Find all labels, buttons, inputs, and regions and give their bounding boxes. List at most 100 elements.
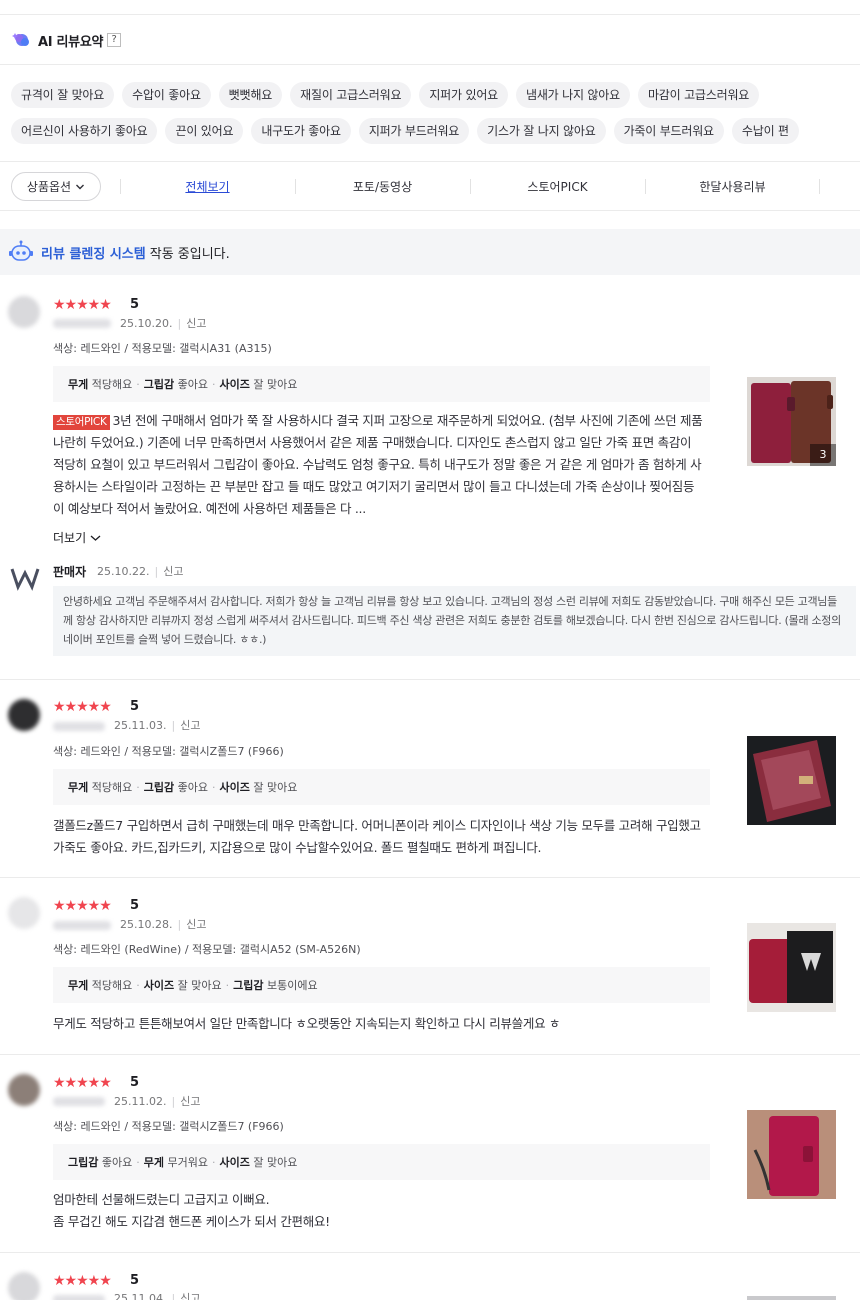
review-photo[interactable] bbox=[747, 736, 836, 825]
review-date: 25.10.20. bbox=[120, 317, 173, 330]
robot-icon bbox=[9, 240, 33, 261]
more-button[interactable]: 더보기 bbox=[53, 529, 101, 546]
masked-username bbox=[53, 1295, 105, 1300]
review-photo[interactable] bbox=[747, 923, 836, 1012]
report-link[interactable]: 신고 bbox=[186, 918, 206, 931]
review-date: 25.10.28. bbox=[120, 918, 173, 931]
attribute-name: 사이즈 bbox=[143, 979, 175, 992]
cleansing-system-name[interactable]: 리뷰 클렌징 시스템 bbox=[41, 243, 146, 262]
chevron-down-icon bbox=[76, 184, 85, 189]
keyword-chip[interactable]: 뻣뻣해요 bbox=[218, 82, 283, 108]
meta-separator: | bbox=[177, 918, 182, 931]
review-attributes: 무게 적당해요 · 그립감 좋아요 · 사이즈 잘 맞아요 bbox=[53, 769, 710, 805]
avatar bbox=[8, 296, 40, 328]
rating-score: 5 bbox=[130, 699, 140, 714]
review-meta: 25.10.28. | 신고 bbox=[120, 918, 206, 932]
attribute-separator: · bbox=[136, 978, 140, 992]
review-meta: 25.10.20. | 신고 bbox=[120, 317, 206, 331]
avatar bbox=[8, 897, 40, 929]
more-label: 더보기 bbox=[53, 531, 87, 545]
phone-case-photo bbox=[747, 736, 836, 825]
meta-separator: | bbox=[154, 565, 159, 578]
divider bbox=[0, 210, 860, 211]
attribute-value: 무거워요 bbox=[167, 1156, 208, 1169]
attribute-value: 좋아요 bbox=[177, 781, 208, 794]
report-link[interactable]: 신고 bbox=[186, 317, 206, 330]
tab-store-pick[interactable]: 스토어PICK bbox=[470, 178, 645, 195]
product-option-dropdown[interactable]: 상품옵션 bbox=[11, 172, 101, 201]
reply-date: 25.10.22. bbox=[97, 565, 150, 578]
chip-row-2: 어르신이 사용하기 좋아요 끈이 있어요 내구도가 좋아요 지퍼가 부드러워요 … bbox=[11, 118, 860, 144]
keyword-chip[interactable]: 마감이 고급스러워요 bbox=[637, 82, 760, 108]
review-attributes: 무게 적당해요 · 사이즈 잘 맞아요 · 그립감 보통이에요 bbox=[53, 967, 710, 1003]
keyword-chip[interactable]: 내구도가 좋아요 bbox=[251, 118, 351, 144]
review-divider bbox=[0, 1252, 860, 1253]
keyword-chip[interactable]: 어르신이 사용하기 좋아요 bbox=[11, 118, 158, 144]
keyword-chip[interactable]: 끈이 있어요 bbox=[165, 118, 244, 144]
purchase-option: 색상: 레드와인 / 적용모델: 갤럭시A31 (A315) bbox=[53, 342, 272, 355]
meta-separator: | bbox=[177, 317, 182, 330]
review-attributes: 그립감 좋아요 · 무게 무거워요 · 사이즈 잘 맞아요 bbox=[53, 1144, 710, 1180]
review-photo[interactable] bbox=[747, 1296, 836, 1300]
review-photo[interactable] bbox=[747, 1110, 836, 1199]
attribute-value: 좋아요 bbox=[101, 1156, 133, 1169]
star-rating: ★★★★★ bbox=[53, 1075, 112, 1091]
keyword-chip[interactable]: 재질이 고급스러워요 bbox=[290, 82, 412, 108]
tab-photo-video[interactable]: 포토/동영상 bbox=[295, 178, 470, 195]
keyword-chip[interactable]: 가죽이 부드러워요 bbox=[613, 118, 724, 144]
review-date: 25.11.02. bbox=[114, 1095, 167, 1108]
attribute-name: 그립감 bbox=[143, 781, 175, 794]
keyword-chip[interactable]: 냄새가 나지 않아요 bbox=[516, 82, 630, 108]
attribute-name: 그립감 bbox=[233, 979, 264, 992]
attribute-separator: · bbox=[211, 377, 216, 391]
attribute-separator: · bbox=[211, 1155, 216, 1169]
rating-score: 5 bbox=[130, 898, 140, 913]
attribute-separator: · bbox=[225, 978, 230, 992]
review-divider bbox=[0, 679, 860, 680]
attribute-name: 사이즈 bbox=[219, 378, 250, 391]
attribute-name: 사이즈 bbox=[219, 1156, 250, 1169]
help-icon[interactable]: ? bbox=[107, 33, 122, 47]
review-text: 갤폴드z폴드7 구입하면서 급히 구매했는데 매우 만족합니다. 어머니폰이라 … bbox=[53, 818, 701, 855]
attribute-value: 적당해요 bbox=[91, 781, 133, 794]
review-meta: 25.11.03. | 신고 bbox=[114, 719, 200, 733]
report-link[interactable]: 신고 bbox=[180, 719, 200, 732]
attribute-name: 그립감 bbox=[68, 1156, 99, 1169]
star-rating: ★★★★★ bbox=[53, 699, 112, 715]
keyword-chip[interactable]: 규격이 잘 맞아요 bbox=[11, 82, 115, 108]
attribute-name: 사이즈 bbox=[219, 781, 250, 794]
review-body: 3년 전에 구매해서 엄마가 쭉 잘 사용하시다 결국 지퍼 고장으로 재주문하… bbox=[53, 413, 703, 516]
attribute-value: 잘 맞아요 bbox=[253, 781, 298, 794]
review-text: 무게도 적당하고 튼튼해보여서 일단 만족합니다 ㅎ오랫동안 지속되는지 확인하… bbox=[53, 1016, 561, 1031]
avatar bbox=[8, 1074, 40, 1106]
meta-separator: | bbox=[171, 1095, 176, 1108]
report-link[interactable]: 신고 bbox=[180, 1292, 200, 1300]
phone-case-photo bbox=[747, 1110, 836, 1199]
review-text: 엄마한테 선물해드렸는디 고급지고 이뻐요. 좀 무겁긴 해도 지갑겸 핸드폰 … bbox=[53, 1189, 705, 1233]
keyword-chip[interactable]: 수압이 좋아요 bbox=[122, 82, 211, 108]
report-link[interactable]: 신고 bbox=[180, 1095, 200, 1108]
attribute-name: 그립감 bbox=[143, 378, 175, 391]
attribute-value: 보통이에요 bbox=[266, 979, 318, 992]
keyword-chip[interactable]: 기스가 잘 나지 않아요 bbox=[477, 118, 606, 144]
attribute-value: 잘 맞아요 bbox=[253, 1156, 298, 1169]
tab-month-review[interactable]: 한달사용리뷰 bbox=[645, 178, 820, 195]
tab-all[interactable]: 전체보기 bbox=[120, 178, 295, 195]
purchase-option: 색상: 레드와인 (RedWine) / 적용모델: 갤럭시A52 (SM-A5… bbox=[53, 943, 361, 956]
attribute-separator: · bbox=[136, 780, 140, 794]
keyword-chip[interactable]: 지퍼가 부드러워요 bbox=[358, 118, 470, 144]
review-photo[interactable]: 3 bbox=[747, 377, 836, 466]
product-option-label: 상품옵션 bbox=[26, 180, 72, 194]
star-rating: ★★★★★ bbox=[53, 1273, 112, 1289]
seller-reply-text: 안녕하세요 고객님 주문해주셔서 감사합니다. 저희가 항상 늘 고객님 리뷰를… bbox=[53, 586, 856, 656]
seller-avatar-icon bbox=[10, 568, 40, 591]
ai-summary-title: AI 리뷰요약 bbox=[38, 34, 104, 50]
purchase-option: 색상: 레드와인 / 적용모델: 갤럭시Z폴드7 (F966) bbox=[53, 745, 284, 758]
report-link[interactable]: 신고 bbox=[163, 565, 183, 578]
top-divider bbox=[0, 14, 860, 15]
tab-divider bbox=[819, 179, 820, 194]
chevron-down-icon bbox=[90, 535, 101, 541]
keyword-chip[interactable]: 수납이 편 bbox=[731, 118, 799, 144]
seller-reply-meta: 25.10.22. | 신고 bbox=[97, 563, 183, 579]
keyword-chip[interactable]: 지퍼가 있어요 bbox=[419, 82, 508, 108]
